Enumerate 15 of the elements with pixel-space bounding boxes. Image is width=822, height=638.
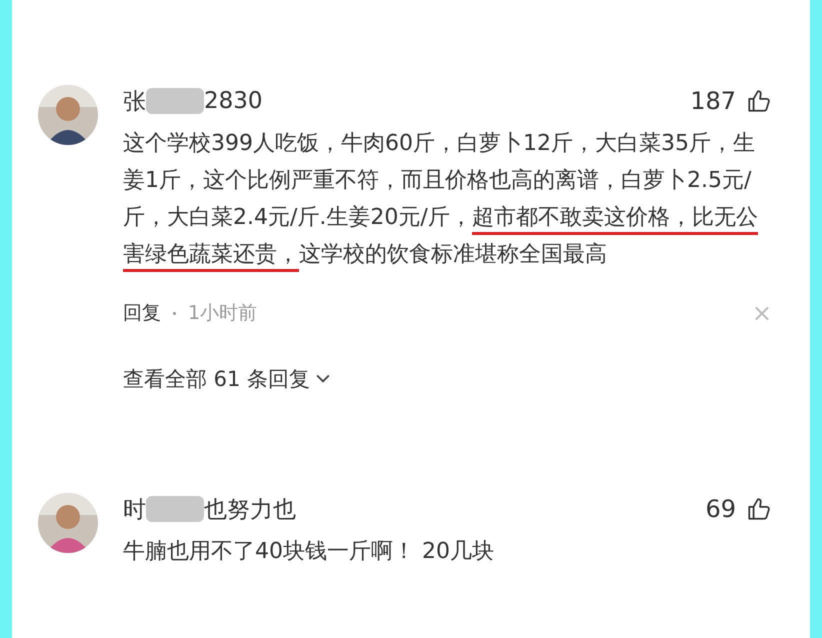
- like-count: 69: [705, 495, 736, 523]
- comment-text: 这个学校399人吃饭，牛肉60斤，白萝卜12斤，大白菜35斤，生姜1斤，这个比例严重不符，而且价格也高的离谱，白萝卜2.5元/斤，大白菜2.4元/斤.生姜20元/斤，超市都不敢卖这价格，比无公害绿色蔬菜还贵，这学校的饮食标准堪称全国最高: [123, 125, 772, 273]
- thumbs-up-icon[interactable]: [746, 88, 772, 114]
- username[interactable]: 也努力也: [204, 494, 296, 524]
- username[interactable]: 时: [123, 494, 146, 524]
- reply-link[interactable]: 回复: [123, 300, 161, 326]
- username[interactable]: 2830: [204, 88, 263, 114]
- separator-dot: [173, 312, 176, 314]
- timestamp: 1小时前: [188, 301, 258, 326]
- chevron-down-icon[interactable]: [316, 374, 330, 384]
- username[interactable]: 张: [123, 86, 146, 116]
- like-count: 187: [690, 87, 736, 115]
- thumbs-up-icon[interactable]: [746, 496, 772, 522]
- comment-text: 牛腩也用不了40块钱一斤啊！ 20几块: [123, 538, 495, 566]
- view-replies-link[interactable]: 查看全部 61 条回复: [123, 365, 310, 393]
